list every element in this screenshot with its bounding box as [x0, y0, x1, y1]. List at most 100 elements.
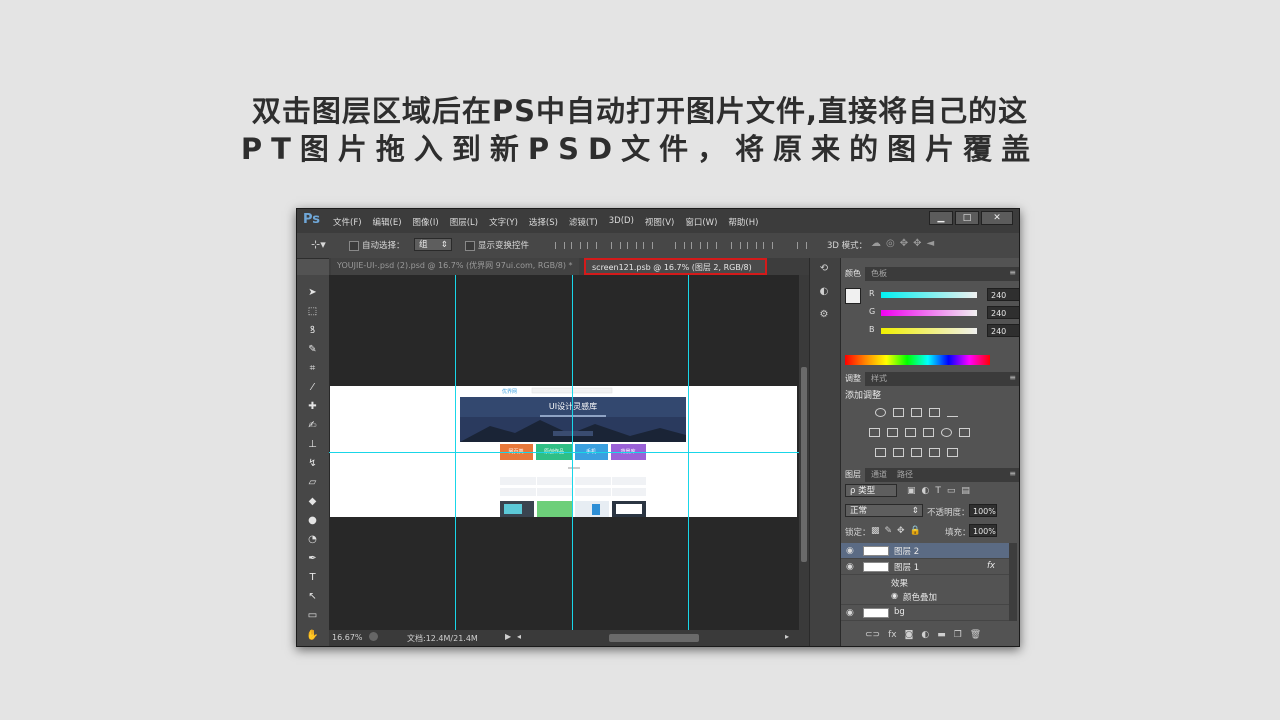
- green-value[interactable]: 240: [987, 306, 1019, 319]
- align-bottom-icon[interactable]: [587, 242, 597, 249]
- menu-help[interactable]: 帮助(H): [728, 216, 758, 228]
- black-white-icon[interactable]: [905, 428, 916, 437]
- foreground-color-swatch[interactable]: [845, 288, 861, 304]
- tab-adjustments[interactable]: 调整: [841, 372, 865, 386]
- stamp-tool-icon[interactable]: ⊥: [305, 438, 320, 451]
- distribute-vcenter-icon[interactable]: [691, 242, 701, 249]
- minimize-button[interactable]: ▁: [929, 211, 953, 225]
- menu-file[interactable]: 文件(F): [333, 216, 362, 228]
- status-menu-icon[interactable]: ▶: [505, 632, 511, 641]
- properties-icon[interactable]: ⚙: [817, 309, 831, 321]
- eye-icon[interactable]: ◉: [891, 591, 898, 600]
- gradient-map-icon[interactable]: [947, 448, 958, 457]
- tab-youjie-psd[interactable]: YOUJIE-UI-.psd (2).psd @ 16.7% (优界网 97ui…: [331, 258, 579, 275]
- history-brush-tool-icon[interactable]: ↯: [305, 457, 320, 470]
- blue-slider[interactable]: [881, 328, 977, 334]
- link-icon[interactable]: ⊂⊃: [865, 630, 880, 640]
- blue-value[interactable]: 240: [987, 324, 1019, 337]
- eye-icon[interactable]: ◉: [846, 608, 854, 618]
- fx-icon[interactable]: fx: [987, 561, 995, 571]
- path-select-tool-icon[interactable]: ↖: [305, 590, 320, 603]
- menu-3d[interactable]: 3D(D): [609, 216, 634, 228]
- scroll-right-icon[interactable]: ▸: [785, 632, 789, 641]
- blend-mode-dropdown[interactable]: 正常 ⇕: [845, 504, 923, 517]
- align-left-icon[interactable]: [611, 242, 621, 249]
- exposure-icon[interactable]: [929, 408, 940, 417]
- paint-bucket-tool-icon[interactable]: ◆: [305, 495, 320, 508]
- vertical-scrollbar[interactable]: [799, 275, 809, 630]
- 3d-tools-icon[interactable]: ☁◎✥✥◄: [871, 238, 939, 249]
- tab-channels[interactable]: 通道: [867, 468, 891, 482]
- folder-icon[interactable]: ▬: [937, 630, 946, 640]
- hand-tool-icon[interactable]: ✋: [305, 629, 320, 642]
- layer-name[interactable]: 图层 2: [894, 545, 919, 557]
- panel-menu-icon[interactable]: ≡: [1009, 373, 1016, 382]
- auto-select-checkbox[interactable]: 自动选择：: [349, 239, 405, 251]
- color-balance-icon[interactable]: [887, 428, 898, 437]
- eyedropper-tool-icon[interactable]: ⁄: [305, 381, 320, 394]
- status-icon[interactable]: [369, 632, 378, 641]
- canvas-area[interactable]: 优界网 UI设计灵感库 网页类 原创作品 手机 背景库: [329, 275, 799, 630]
- align-right-icon[interactable]: [643, 242, 653, 249]
- trash-icon[interactable]: 🗑: [970, 630, 981, 640]
- scroll-left-icon[interactable]: ◂: [517, 632, 521, 641]
- layer-effects-row[interactable]: 效果: [841, 575, 1009, 590]
- levels-icon[interactable]: [893, 408, 904, 417]
- fx-icon[interactable]: fx: [888, 630, 897, 640]
- red-slider[interactable]: [881, 292, 977, 298]
- layer-row-2[interactable]: ◉ 图层 2: [841, 543, 1009, 559]
- layers-scrollbar[interactable]: [1009, 543, 1017, 621]
- move-tool-icon[interactable]: ➤: [305, 286, 320, 299]
- type-tool-icon[interactable]: T: [305, 571, 320, 584]
- marquee-tool-icon[interactable]: ⬚: [305, 305, 320, 318]
- lasso-tool-icon[interactable]: ꝸ: [305, 324, 320, 337]
- quick-select-tool-icon[interactable]: ✎: [305, 343, 320, 356]
- vibrance-icon[interactable]: [947, 408, 958, 417]
- eye-icon[interactable]: ◉: [846, 546, 854, 556]
- menu-type[interactable]: 文字(Y): [489, 216, 518, 228]
- distribute-right-icon[interactable]: [763, 242, 773, 249]
- eye-icon[interactable]: ◉: [846, 562, 854, 572]
- layer-row-1[interactable]: ◉ 图层 1 fx: [841, 559, 1009, 575]
- panel-menu-icon[interactable]: ≡: [1009, 268, 1016, 277]
- show-transform-checkbox[interactable]: 显示变换控件: [465, 239, 529, 251]
- rectangle-tool-icon[interactable]: ▭: [305, 609, 320, 622]
- tab-color[interactable]: 颜色: [841, 267, 865, 281]
- menu-select[interactable]: 选择(S): [529, 216, 558, 228]
- color-overlay-row[interactable]: ◉ 颜色叠加: [841, 589, 1009, 605]
- auto-align-icon[interactable]: [797, 242, 807, 249]
- fill-value[interactable]: 100%: [969, 524, 997, 537]
- tab-screen121-psb[interactable]: screen121.psb @ 16.7% (图层 2, RGB/8) ✕: [584, 258, 767, 288]
- mask-icon[interactable]: ◙: [905, 630, 914, 640]
- close-button[interactable]: ✕: [981, 211, 1013, 225]
- adjustment-layer-icon[interactable]: ◐: [921, 630, 929, 640]
- new-layer-icon[interactable]: ❐: [954, 630, 962, 640]
- scrollbar-thumb[interactable]: [801, 367, 807, 562]
- align-vcenter-icon[interactable]: [571, 242, 581, 249]
- layer-filter-icons[interactable]: ▣◐T▭▤: [907, 486, 976, 496]
- menu-edit[interactable]: 编辑(E): [373, 216, 402, 228]
- move-tool-icon[interactable]: ⊹▾: [311, 238, 326, 251]
- tab-paths[interactable]: 路径: [893, 468, 917, 482]
- blur-tool-icon[interactable]: ●: [305, 514, 320, 527]
- align-top-icon[interactable]: [555, 242, 565, 249]
- horizontal-scrollbar-thumb[interactable]: [609, 634, 699, 642]
- layer-name[interactable]: bg: [894, 607, 905, 617]
- threshold-icon[interactable]: [911, 448, 922, 457]
- layer-name[interactable]: 图层 1: [894, 561, 919, 573]
- tab-styles[interactable]: 样式: [867, 372, 891, 386]
- healing-brush-tool-icon[interactable]: ✚: [305, 400, 320, 413]
- lock-icons[interactable]: ▩✎✥🔒: [871, 526, 926, 536]
- posterize-icon[interactable]: [893, 448, 904, 457]
- layer-row-bg[interactable]: ◉ bg: [841, 605, 1009, 621]
- color-lookup-icon[interactable]: [959, 428, 970, 437]
- actions-icon[interactable]: ◐: [817, 286, 831, 298]
- zoom-level[interactable]: 16.67%: [332, 633, 363, 642]
- menu-layer[interactable]: 图层(L): [450, 216, 478, 228]
- brush-tool-icon[interactable]: ✍: [305, 419, 320, 432]
- distribute-hcenter-icon[interactable]: [747, 242, 757, 249]
- align-hcenter-icon[interactable]: [627, 242, 637, 249]
- photo-filter-icon[interactable]: [923, 428, 934, 437]
- green-slider[interactable]: [881, 310, 977, 316]
- pen-tool-icon[interactable]: ✒: [305, 552, 320, 565]
